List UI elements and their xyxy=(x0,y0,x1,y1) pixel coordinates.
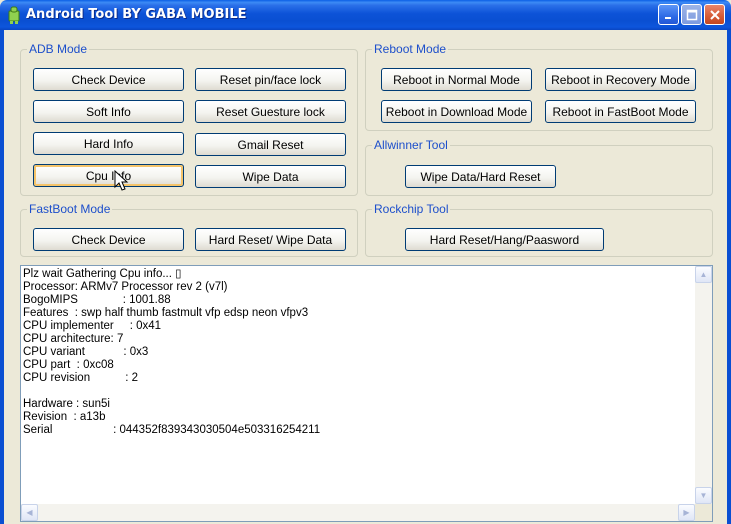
window-title: Android Tool BY GABA MOBILE xyxy=(26,7,247,22)
allwinner-wipe-hard-reset-button[interactable]: Wipe Data/Hard Reset xyxy=(405,165,556,188)
scroll-up-button[interactable]: ▲ xyxy=(695,266,712,283)
vertical-scrollbar[interactable]: ▲ ▼ xyxy=(695,266,712,504)
cpu-info-button[interactable]: Cpu Info xyxy=(33,164,184,187)
fastboot-mode-title: FastBoot Mode xyxy=(29,202,111,216)
scroll-right-button[interactable]: ▶ xyxy=(678,504,695,521)
scroll-down-icon: ▼ xyxy=(699,491,708,500)
scroll-left-icon: ◀ xyxy=(26,508,33,517)
allwinner-tool-title: Allwinner Tool xyxy=(374,138,448,152)
scrollbar-corner xyxy=(695,504,712,521)
fastboot-check-device-button[interactable]: Check Device xyxy=(33,228,184,251)
reset-pin-face-lock-button[interactable]: Reset pin/face lock xyxy=(195,68,346,91)
window-frame-right xyxy=(727,30,731,524)
title-bar[interactable]: Android Tool BY GABA MOBILE xyxy=(0,0,731,30)
adb-mode-title: ADB Mode xyxy=(29,42,88,56)
scroll-left-button[interactable]: ◀ xyxy=(21,504,38,521)
gmail-reset-button[interactable]: Gmail Reset xyxy=(195,133,346,156)
mouse-pointer-icon xyxy=(114,170,129,191)
hard-info-button[interactable]: Hard Info xyxy=(33,132,184,155)
reboot-recovery-mode-button[interactable]: Reboot in Recovery Mode xyxy=(545,68,696,91)
close-icon xyxy=(709,9,720,20)
scroll-right-icon: ▶ xyxy=(683,508,690,517)
maximize-button[interactable] xyxy=(681,4,702,25)
reset-gesture-lock-button[interactable]: Reset Guesture lock xyxy=(195,100,346,123)
output-log-text: Plz wait Gathering Cpu info... ▯ Process… xyxy=(23,268,321,436)
maximize-icon xyxy=(686,9,697,20)
android-app-icon xyxy=(6,5,22,25)
reboot-download-mode-button[interactable]: Reboot in Download Mode xyxy=(381,100,532,123)
scroll-down-button[interactable]: ▼ xyxy=(695,487,712,504)
window-frame-left xyxy=(0,30,4,524)
reboot-fastboot-mode-button[interactable]: Reboot in FastBoot Mode xyxy=(545,100,696,123)
rockchip-tool-title: Rockchip Tool xyxy=(374,202,449,216)
fastboot-hard-reset-wipe-button[interactable]: Hard Reset/ Wipe Data xyxy=(195,228,346,251)
minimize-icon xyxy=(664,16,671,19)
soft-info-button[interactable]: Soft Info xyxy=(33,100,184,123)
reboot-normal-mode-button[interactable]: Reboot in Normal Mode xyxy=(381,68,532,91)
adb-check-device-button[interactable]: Check Device xyxy=(33,68,184,91)
close-button[interactable] xyxy=(704,4,725,25)
rockchip-hard-reset-button[interactable]: Hard Reset/Hang/Paasword xyxy=(405,228,604,251)
horizontal-scrollbar[interactable]: ◀ ▶ xyxy=(21,504,695,521)
minimize-button[interactable] xyxy=(658,4,679,25)
adb-wipe-data-button[interactable]: Wipe Data xyxy=(195,165,346,188)
reboot-mode-title: Reboot Mode xyxy=(374,42,447,56)
output-log-textbox[interactable]: Plz wait Gathering Cpu info... ▯ Process… xyxy=(20,265,713,522)
scroll-up-icon: ▲ xyxy=(699,270,708,279)
